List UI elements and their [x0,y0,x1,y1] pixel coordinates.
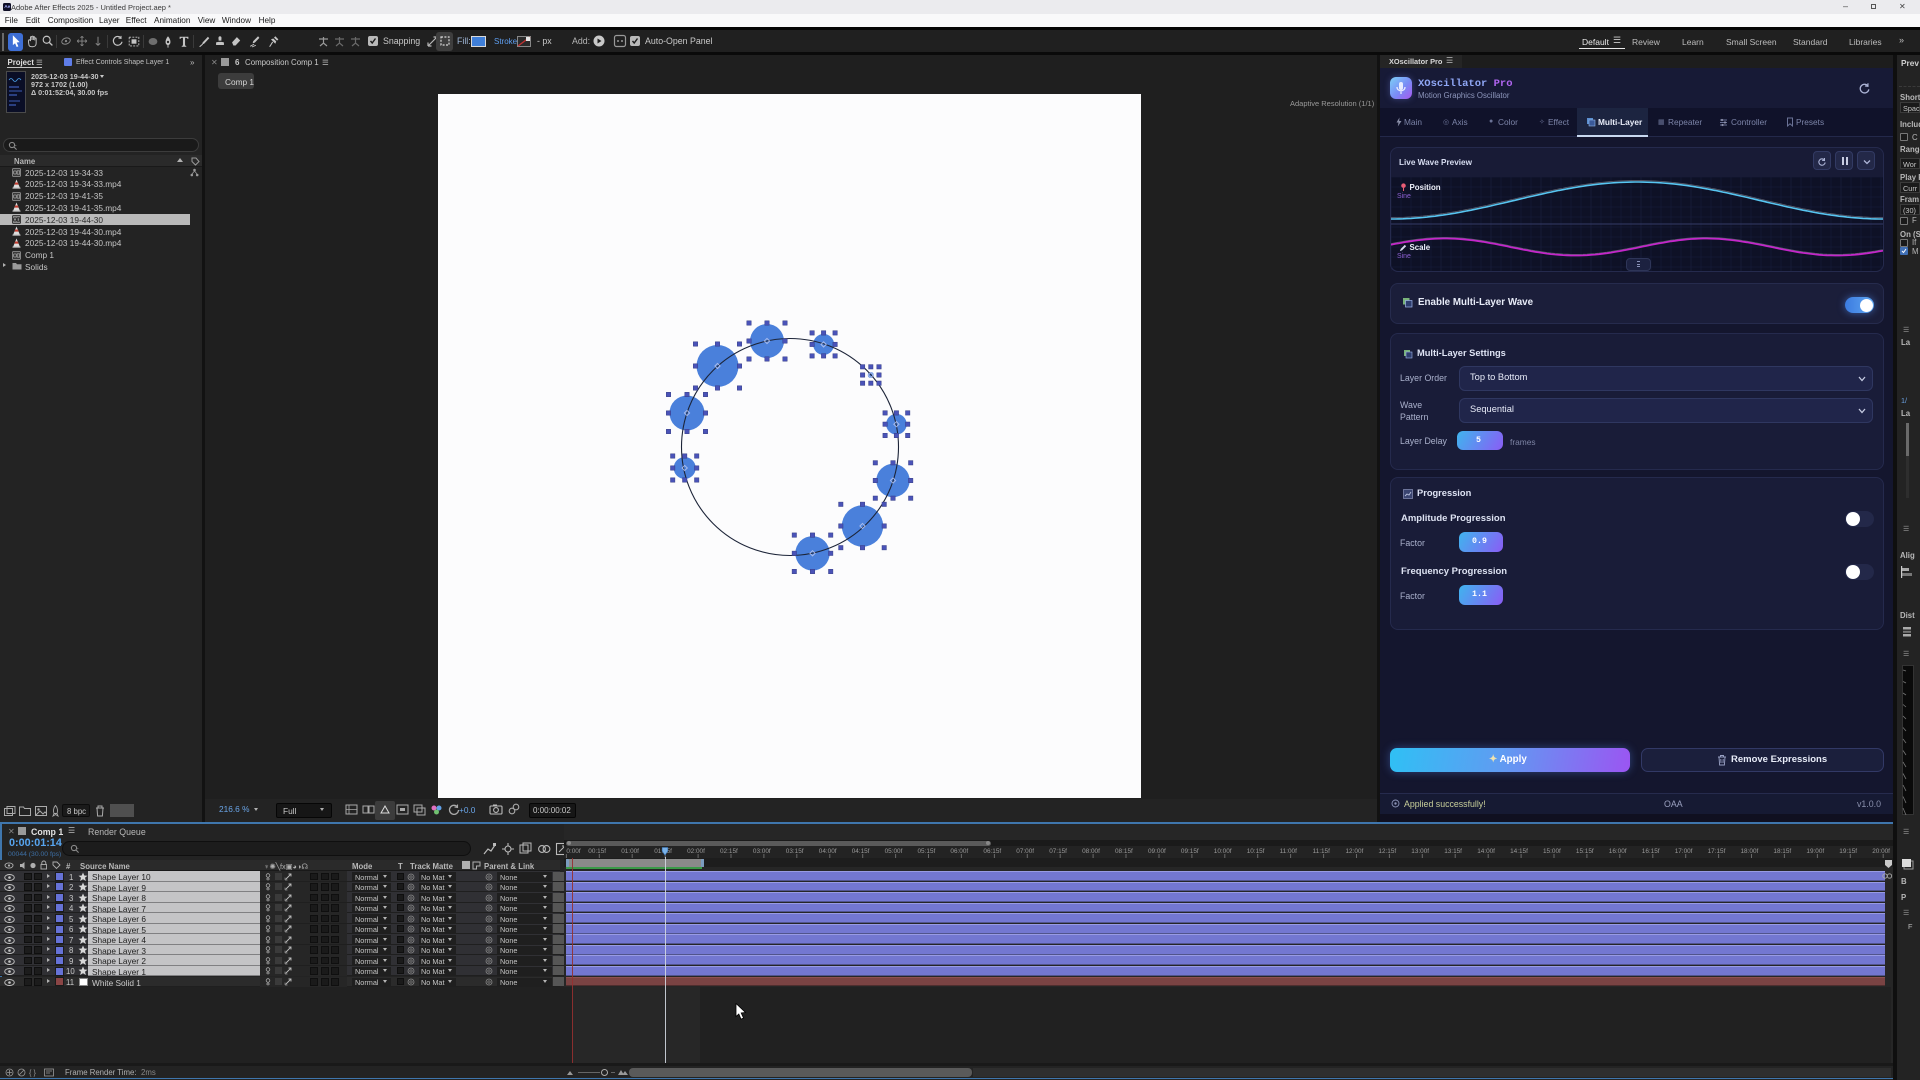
svg-text:01:00f: 01:00f [621,848,639,855]
svg-text:15:15f: 15:15f [1576,848,1594,855]
svg-text:17:15f: 17:15f [1708,848,1726,855]
svg-text:03:15f: 03:15f [786,848,804,855]
svg-text:07:00f: 07:00f [1016,848,1034,855]
svg-text:11:00f: 11:00f [1280,848,1298,855]
svg-text:18:15f: 18:15f [1773,848,1791,855]
svg-text:02:15f: 02:15f [720,848,738,855]
svg-text:14:15f: 14:15f [1510,848,1528,855]
svg-text:06:00f: 06:00f [950,848,968,855]
svg-text:03:00f: 03:00f [753,848,771,855]
svg-text:19:00f: 19:00f [1806,848,1824,855]
svg-text:07:15f: 07:15f [1049,848,1067,855]
svg-text:08:00f: 08:00f [1082,848,1100,855]
svg-text:05:00f: 05:00f [885,848,903,855]
svg-text:04:15f: 04:15f [852,848,870,855]
svg-text:08:15f: 08:15f [1115,848,1133,855]
svg-text:15:00f: 15:00f [1543,848,1561,855]
svg-text:14:00f: 14:00f [1477,848,1495,855]
svg-text:04:00f: 04:00f [819,848,837,855]
svg-text:00:15f: 00:15f [588,848,606,855]
svg-text:10:00f: 10:00f [1214,848,1232,855]
svg-text:10:15f: 10:15f [1247,848,1265,855]
svg-text:09:15f: 09:15f [1181,848,1199,855]
svg-text:09:00f: 09:00f [1148,848,1166,855]
svg-text:12:00f: 12:00f [1346,848,1364,855]
svg-text:20:00f: 20:00f [1872,848,1890,855]
svg-text:16:15f: 16:15f [1642,848,1660,855]
svg-text:06:15f: 06:15f [983,848,1001,855]
svg-text:05:15f: 05:15f [918,848,936,855]
svg-text:17:00f: 17:00f [1675,848,1693,855]
svg-text:13:00f: 13:00f [1411,848,1429,855]
svg-text:13:15f: 13:15f [1444,848,1462,855]
svg-text:02:00f: 02:00f [687,848,705,855]
svg-text:18:00f: 18:00f [1741,848,1759,855]
svg-text:0:00f: 0:00f [566,848,580,855]
svg-text:11:15f: 11:15f [1313,848,1331,855]
svg-text:12:15f: 12:15f [1378,848,1396,855]
svg-text:16:00f: 16:00f [1609,848,1627,855]
svg-text:19:15f: 19:15f [1839,848,1857,855]
